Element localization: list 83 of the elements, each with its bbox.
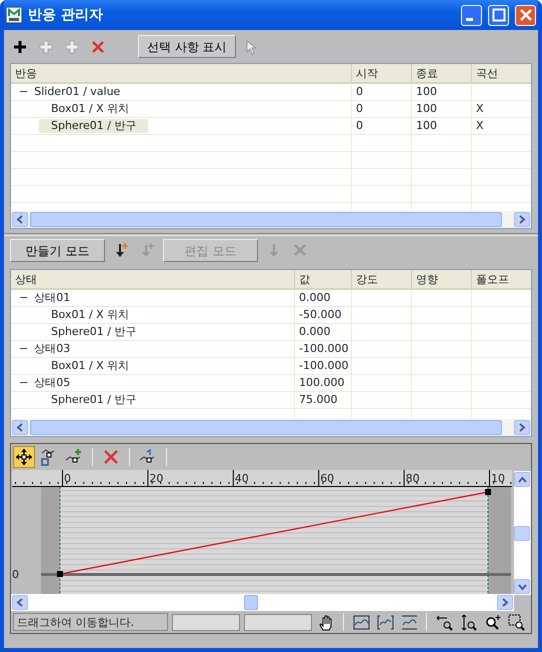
chevron-right-icon bbox=[518, 423, 526, 432]
horizontal-scrollbar[interactable] bbox=[11, 594, 514, 611]
table-cell: -100.000 bbox=[294, 358, 351, 374]
move-icon[interactable] bbox=[13, 446, 35, 468]
maximize-button[interactable] bbox=[488, 4, 509, 26]
tree-item[interactable]: Sphere01 / 반구 bbox=[51, 393, 136, 407]
collapse-toggle[interactable]: − bbox=[19, 85, 28, 99]
column-header[interactable]: 폴오프 bbox=[471, 270, 529, 288]
maximize-icon bbox=[490, 6, 508, 24]
ruler-label: 80 bbox=[406, 471, 420, 487]
chevron-right-icon bbox=[501, 598, 509, 607]
scroll-down-button[interactable] bbox=[514, 579, 530, 594]
tree-item[interactable]: Sphere01 / 반구 bbox=[51, 325, 136, 339]
vertical-scrollbar[interactable] bbox=[514, 471, 531, 595]
column-header[interactable]: 종료 bbox=[411, 64, 471, 82]
value-field[interactable] bbox=[244, 614, 312, 630]
ruler-label: 40 bbox=[234, 471, 249, 487]
scroll-left-button[interactable] bbox=[12, 595, 28, 610]
tree-item[interactable]: Box01 / X 위치 bbox=[51, 359, 130, 373]
scroll-thumb[interactable] bbox=[30, 212, 502, 227]
close-button[interactable] bbox=[515, 4, 536, 26]
minimize-button[interactable] bbox=[461, 4, 482, 26]
chevron-left-icon bbox=[16, 215, 24, 224]
tree-item[interactable]: 상태05 bbox=[34, 376, 70, 390]
table-cell: 100.000 bbox=[294, 375, 351, 391]
status-text: 드래그하여 이동합니다. bbox=[13, 613, 168, 631]
scroll-left-button[interactable] bbox=[12, 212, 28, 227]
create-mode-button[interactable]: 만들기 모드 bbox=[10, 238, 105, 262]
column-header[interactable]: 영향 bbox=[411, 270, 471, 288]
table-cell: 0 bbox=[351, 101, 411, 117]
app-icon bbox=[6, 7, 22, 23]
show-selection-button[interactable]: 선택 사항 표시 bbox=[138, 35, 236, 58]
ruler-label: 0 bbox=[64, 471, 71, 487]
window-title: 반응 관리자 bbox=[28, 6, 104, 24]
scroll-right-button[interactable] bbox=[497, 595, 513, 610]
collapse-toggle[interactable]: − bbox=[19, 376, 28, 390]
value-field[interactable] bbox=[172, 614, 240, 630]
ruler-label: 20 bbox=[149, 471, 164, 487]
horizontal-scrollbar[interactable] bbox=[11, 211, 531, 228]
scroll-thumb[interactable] bbox=[514, 526, 530, 540]
table-cell: X bbox=[471, 118, 529, 134]
tree-item[interactable]: Box01 / X 위치 bbox=[51, 102, 130, 116]
column-header[interactable]: 강도 bbox=[351, 270, 411, 288]
table-cell: -100.000 bbox=[294, 341, 351, 357]
scroll-thumb[interactable] bbox=[244, 595, 258, 610]
table-cell: 0.000 bbox=[294, 290, 351, 306]
tree-item[interactable]: 상태01 bbox=[34, 291, 70, 305]
table-cell: -50.000 bbox=[294, 307, 351, 323]
chevron-left-icon bbox=[16, 598, 24, 607]
scroll-right-button[interactable] bbox=[514, 212, 530, 227]
tree-item[interactable]: Slider01 / value bbox=[34, 85, 120, 99]
ruler-label: 60 bbox=[320, 471, 334, 487]
tree-item[interactable]: Sphere01 / 반구 bbox=[39, 119, 148, 133]
tree-item[interactable]: Box01 / X 위치 bbox=[51, 308, 130, 322]
scroll-right-button[interactable] bbox=[514, 420, 530, 435]
table-cell: 100 bbox=[411, 101, 471, 117]
zoom-region-icon[interactable] bbox=[506, 612, 526, 632]
table-cell: 0.000 bbox=[294, 324, 351, 340]
table-cell: X bbox=[471, 101, 529, 117]
scroll-thumb[interactable] bbox=[30, 420, 502, 435]
chevron-left-icon bbox=[16, 423, 24, 432]
chevron-right-icon bbox=[518, 215, 526, 224]
chevron-up-icon bbox=[518, 476, 526, 484]
tree-item[interactable]: 상태03 bbox=[34, 342, 70, 356]
table-cell: 100 bbox=[411, 84, 471, 100]
table-cell: 0 bbox=[351, 118, 411, 134]
table-cell: 0 bbox=[351, 84, 411, 100]
scroll-left-button[interactable] bbox=[12, 420, 28, 435]
column-header[interactable]: 상태 bbox=[11, 270, 294, 288]
column-header[interactable]: 값 bbox=[294, 270, 351, 288]
column-header[interactable]: 곡선 bbox=[471, 64, 529, 82]
axis-label: 0 bbox=[12, 566, 19, 582]
ruler-label: 10 bbox=[491, 471, 505, 487]
collapse-toggle[interactable]: − bbox=[19, 291, 28, 305]
column-header[interactable]: 시작 bbox=[351, 64, 411, 82]
scroll-up-button[interactable] bbox=[514, 472, 530, 487]
minimize-icon bbox=[466, 18, 472, 21]
table-cell: 75.000 bbox=[294, 392, 351, 408]
chevron-down-icon bbox=[518, 582, 526, 590]
horizontal-scrollbar[interactable] bbox=[11, 419, 531, 436]
column-header[interactable]: 반응 bbox=[11, 64, 351, 82]
collapse-toggle[interactable]: − bbox=[19, 342, 28, 356]
table-cell: 100 bbox=[411, 118, 471, 134]
